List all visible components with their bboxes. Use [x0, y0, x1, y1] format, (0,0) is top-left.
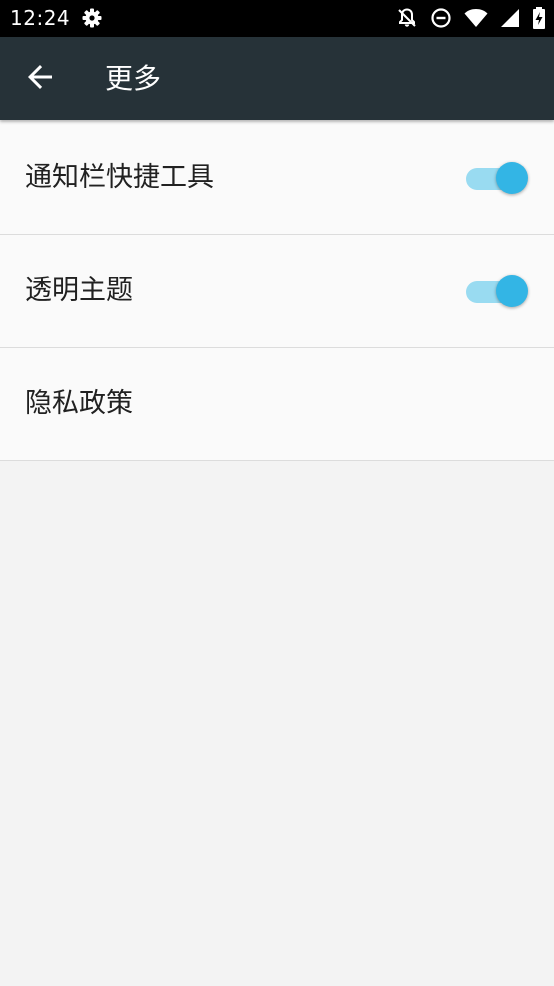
settings-item-label: 透明主题: [25, 275, 133, 306]
status-bar: 12:24: [0, 0, 554, 37]
notifications-off-icon: [396, 7, 418, 29]
back-button[interactable]: [18, 57, 62, 101]
settings-item-notification-shortcuts[interactable]: 通知栏快捷工具: [0, 122, 554, 235]
wifi-icon: [464, 8, 488, 28]
cellular-signal-icon: [500, 8, 520, 28]
battery-charging-icon: [532, 7, 546, 29]
settings-item-label: 隐私政策: [25, 388, 133, 419]
app-bar: 更多: [0, 37, 554, 120]
settings-item-privacy-policy[interactable]: 隐私政策: [0, 348, 554, 461]
settings-gear-icon: [82, 8, 102, 28]
toggle-thumb: [496, 162, 528, 194]
transparent-theme-toggle[interactable]: [464, 274, 528, 310]
do-not-disturb-icon: [430, 7, 452, 29]
arrow-back-icon: [26, 63, 54, 95]
page-title: 更多: [105, 62, 162, 95]
status-time: 12:24: [10, 6, 71, 30]
settings-item-label: 通知栏快捷工具: [25, 162, 214, 193]
settings-item-transparent-theme[interactable]: 透明主题: [0, 235, 554, 348]
status-icons: [384, 7, 546, 29]
notification-shortcuts-toggle[interactable]: [464, 161, 528, 197]
settings-list: 通知栏快捷工具 透明主题 隐私政策: [0, 122, 554, 461]
toggle-thumb: [496, 275, 528, 307]
